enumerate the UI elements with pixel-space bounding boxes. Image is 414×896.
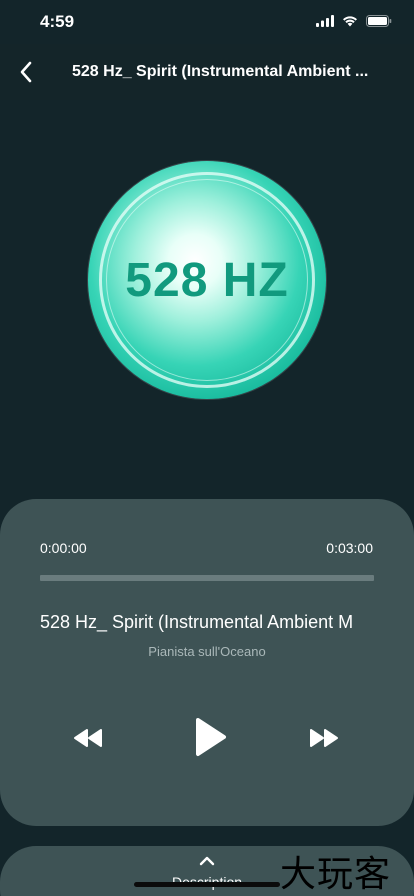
status-icons [316, 15, 392, 27]
album-artwork: 528 HZ [88, 161, 326, 399]
play-icon [196, 718, 226, 756]
track-artist: Pianista sull'Oceano [148, 644, 266, 659]
home-indicator [134, 882, 280, 887]
battery-icon [366, 15, 392, 27]
progress-slider[interactable] [40, 575, 374, 581]
signal-icon [316, 15, 334, 27]
chevron-up-icon [199, 856, 215, 866]
player-card: 0:00:00 0:03:00 528 Hz_ Spirit (Instrume… [0, 499, 414, 826]
status-bar: 4:59 [0, 0, 414, 44]
track-title: 528 Hz_ Spirit (Instrumental Ambient M [40, 612, 354, 632]
fast-forward-icon [310, 729, 338, 747]
wifi-icon [343, 16, 357, 27]
rewind-icon [74, 729, 102, 747]
chevron-left-icon [20, 61, 32, 83]
back-button[interactable] [10, 56, 42, 88]
time-total: 0:03:00 [326, 540, 373, 556]
rewind-button[interactable] [68, 722, 108, 754]
play-button[interactable] [186, 713, 234, 761]
nav-bar: 528 Hz_ Spirit (Instrumental Ambient ... [0, 44, 414, 100]
watermark: 大玩客 [280, 854, 392, 895]
time-elapsed: 0:00:00 [40, 540, 87, 556]
artwork-text: 528 HZ [125, 254, 289, 307]
status-time: 4:59 [40, 12, 75, 31]
page-title: 528 Hz_ Spirit (Instrumental Ambient ... [72, 63, 369, 80]
fast-forward-button[interactable] [304, 722, 344, 754]
